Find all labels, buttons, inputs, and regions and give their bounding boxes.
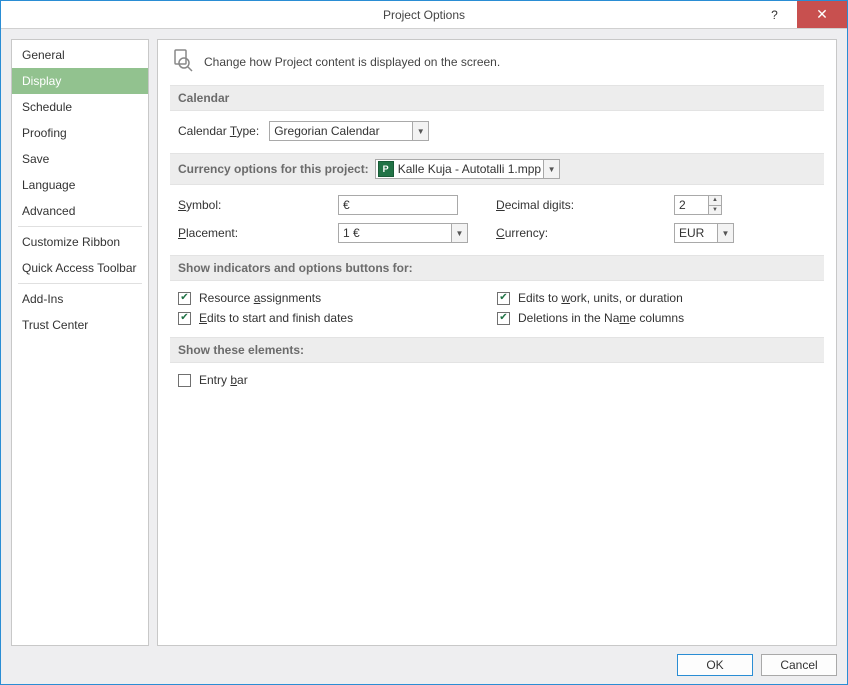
chevron-down-icon: ▼: [717, 224, 733, 242]
magnifier-icon: [170, 48, 194, 75]
dialog-body: General Display Schedule Proofing Save L…: [1, 29, 847, 684]
section-currency-title: Currency options for this project:: [178, 162, 369, 176]
sidebar-item-save[interactable]: Save: [12, 146, 148, 172]
checkbox-icon: [178, 374, 191, 387]
section-calendar-title: Calendar: [178, 91, 229, 105]
dialog-buttons: OK Cancel: [11, 646, 837, 676]
sidebar-item-addins[interactable]: Add-Ins: [12, 286, 148, 312]
sidebar-item-language[interactable]: Language: [12, 172, 148, 198]
placement-value: 1 €: [343, 226, 360, 240]
spinner-buttons: ▲ ▼: [708, 196, 721, 214]
section-elements: Show these elements:: [170, 337, 824, 363]
section-indicators-title: Show indicators and options buttons for:: [178, 261, 413, 275]
chk-edits-dates[interactable]: ✔ Edits to start and finish dates: [178, 311, 497, 325]
chk-label: Deletions in the Name columns: [518, 311, 684, 325]
sidebar-item-schedule[interactable]: Schedule: [12, 94, 148, 120]
symbol-value: €: [343, 198, 350, 212]
chevron-down-icon: ▼: [543, 160, 559, 178]
currency-value: EUR: [679, 226, 704, 240]
chk-label: Edits to start and finish dates: [199, 311, 353, 325]
checkbox-icon: ✔: [497, 312, 510, 325]
sidebar-item-advanced[interactable]: Advanced: [12, 198, 148, 224]
sidebar-item-quick-access[interactable]: Quick Access Toolbar: [12, 255, 148, 281]
currency-label: Currency:: [496, 226, 656, 240]
elements-grid: Entry bar: [178, 373, 816, 387]
chk-label: Entry bar: [199, 373, 248, 387]
decimal-label: Decimal digits:: [496, 198, 656, 212]
section-indicators: Show indicators and options buttons for:: [170, 255, 824, 281]
decimal-digits-spinner[interactable]: 2 ▲ ▼: [674, 195, 722, 215]
calendar-type-value: Gregorian Calendar: [274, 124, 379, 138]
checkbox-icon: ✔: [178, 292, 191, 305]
content-panel: Change how Project content is displayed …: [157, 39, 837, 646]
chevron-down-icon: ▼: [412, 122, 428, 140]
chevron-down-icon: ▼: [451, 224, 467, 242]
section-currency: Currency options for this project: P Kal…: [170, 153, 824, 185]
spin-down-icon[interactable]: ▼: [709, 206, 721, 215]
placement-dropdown[interactable]: 1 € ▼: [338, 223, 468, 243]
page-header-text: Change how Project content is displayed …: [204, 55, 500, 69]
sidebar-separator: [18, 283, 142, 284]
currency-dropdown[interactable]: EUR ▼: [674, 223, 734, 243]
decimal-value: 2: [679, 198, 686, 212]
chk-edits-work[interactable]: ✔ Edits to work, units, or duration: [497, 291, 816, 305]
currency-form: Symbol: € Decimal digits: 2 ▲ ▼ Placemen…: [178, 195, 816, 243]
sidebar-item-general[interactable]: General: [12, 42, 148, 68]
checkbox-icon: ✔: [497, 292, 510, 305]
calendar-type-row: Calendar Type: Gregorian Calendar ▼: [178, 121, 816, 141]
chk-label: Resource assignments: [199, 291, 321, 305]
sidebar-item-display[interactable]: Display: [12, 68, 148, 94]
symbol-label: Symbol:: [178, 198, 320, 212]
calendar-type-label: Calendar Type:: [178, 124, 259, 138]
calendar-type-dropdown[interactable]: Gregorian Calendar ▼: [269, 121, 429, 141]
section-elements-title: Show these elements:: [178, 343, 304, 357]
chk-label: Edits to work, units, or duration: [518, 291, 683, 305]
sidebar-separator: [18, 226, 142, 227]
spin-up-icon[interactable]: ▲: [709, 196, 721, 206]
chk-entry-bar[interactable]: Entry bar: [178, 373, 816, 387]
checkbox-icon: ✔: [178, 312, 191, 325]
window-title: Project Options: [1, 8, 847, 22]
category-sidebar: General Display Schedule Proofing Save L…: [11, 39, 149, 646]
dialog-window: Project Options ? ✕ General Display Sche…: [0, 0, 848, 685]
sidebar-item-proofing[interactable]: Proofing: [12, 120, 148, 146]
project-file-icon: P: [378, 161, 394, 177]
symbol-input[interactable]: €: [338, 195, 458, 215]
section-calendar: Calendar: [170, 85, 824, 111]
chk-deletions[interactable]: ✔ Deletions in the Name columns: [497, 311, 816, 325]
indicators-grid: ✔ Resource assignments ✔ Edits to work, …: [178, 291, 816, 325]
chk-resource-assignments[interactable]: ✔ Resource assignments: [178, 291, 497, 305]
cancel-button[interactable]: Cancel: [761, 654, 837, 676]
titlebar: Project Options ? ✕: [1, 1, 847, 29]
sidebar-item-customize-ribbon[interactable]: Customize Ribbon: [12, 229, 148, 255]
placement-label: Placement:: [178, 226, 320, 240]
project-file-value: Kalle Kuja - Autotalli 1.mpp: [398, 162, 541, 176]
sidebar-item-trust-center[interactable]: Trust Center: [12, 312, 148, 338]
columns: General Display Schedule Proofing Save L…: [11, 39, 837, 646]
page-header: Change how Project content is displayed …: [170, 48, 824, 75]
ok-button[interactable]: OK: [677, 654, 753, 676]
project-file-dropdown[interactable]: P Kalle Kuja - Autotalli 1.mpp ▼: [375, 159, 560, 179]
